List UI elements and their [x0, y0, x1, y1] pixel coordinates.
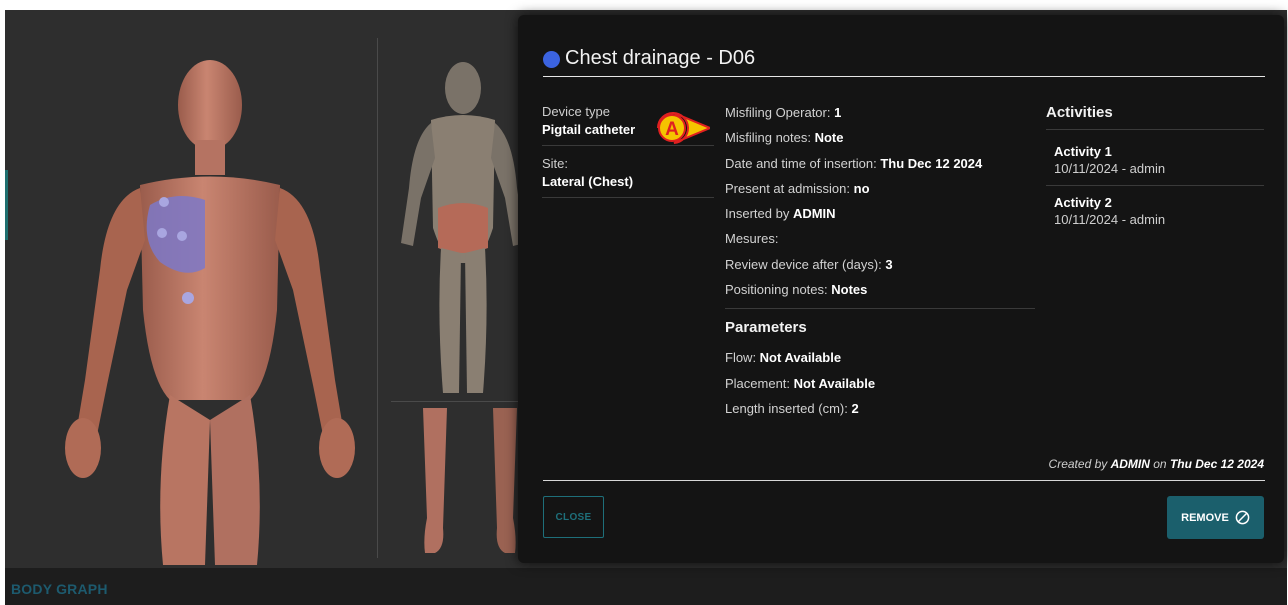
body-graph-label: BODY GRAPH	[11, 581, 108, 597]
parameter-label: Length inserted (cm):	[725, 400, 852, 416]
activity-item[interactable]: Activity 1 10/11/2024 - admin	[1046, 130, 1264, 186]
parameter-value: 2	[851, 400, 859, 416]
parameter-value: Not Available	[759, 350, 842, 366]
detail-label: Misfiling Operator:	[725, 105, 835, 120]
device-details: Misfiling Operator: 1 Misfiling notes: N…	[725, 104, 1035, 425]
section-divider	[725, 308, 1035, 310]
parameter-label: Placement:	[725, 375, 794, 391]
body-graph-bar: BODY GRAPH	[5, 568, 1287, 605]
detail-label: Inserted by	[725, 206, 793, 222]
close-button[interactable]: CLOSE	[543, 496, 604, 538]
device-detail-dialog: Chest drainage - D06 Device type Pigtail…	[518, 15, 1284, 563]
ban-icon	[1235, 510, 1250, 525]
created-prefix: Created by	[1048, 457, 1111, 471]
body-front-figure[interactable]	[45, 50, 375, 565]
detail-row: Inserted by ADMIN	[725, 205, 1035, 230]
detail-value: no	[853, 180, 870, 196]
activity-subtitle: 10/11/2024 - admin	[1054, 161, 1166, 176]
activity-title: Activity 1	[1054, 144, 1112, 159]
status-dot-icon	[543, 51, 560, 68]
detail-row: Date and time of insertion: Thu Dec 12 2…	[725, 155, 1035, 180]
detail-row: Positioning notes: Notes	[725, 281, 1035, 306]
activities-panel: Activities Activity 1 10/11/2024 - admin…	[1046, 104, 1264, 236]
detail-label: Mesures:	[725, 231, 779, 247]
detail-value: 3	[885, 256, 893, 272]
parameter-row: Placement: Not Available	[725, 375, 1035, 400]
created-by-text: Created by ADMIN on Thu Dec 12 2024	[1049, 457, 1264, 471]
detail-value: Thu Dec 12 2024	[880, 155, 983, 171]
view-divider-horizontal	[391, 401, 531, 402]
detail-row: Misfiling Operator: 1	[725, 104, 1035, 129]
dialog-header: Chest drainage - D06	[543, 47, 1265, 77]
body-back-figure[interactable]	[393, 58, 533, 398]
detail-label: Review device after (days):	[725, 256, 886, 272]
parameters-heading: Parameters	[725, 319, 807, 337]
view-divider-vertical	[377, 38, 378, 558]
detail-value: Notes	[831, 282, 868, 298]
created-user: ADMIN	[1110, 457, 1150, 471]
activity-subtitle: 10/11/2024 - admin	[1054, 212, 1166, 227]
created-date: Thu Dec 12 2024	[1169, 457, 1264, 471]
parameter-row: Length inserted (cm): 2	[725, 400, 1035, 425]
detail-label: Misfiling notes:	[725, 130, 815, 146]
detail-value: ADMIN	[792, 206, 836, 222]
footer-divider	[543, 480, 1265, 481]
detail-label: Date and time of insertion:	[725, 155, 881, 171]
left-edge-tab[interactable]	[5, 170, 8, 240]
detail-row: Misfiling notes: Note	[725, 129, 1035, 154]
detail-row: Present at admission: no	[725, 180, 1035, 205]
detail-label: Present at admission:	[725, 180, 854, 196]
body-legs-figure[interactable]	[415, 408, 525, 558]
remove-button[interactable]: REMOVE	[1167, 496, 1264, 539]
detail-value: 1	[834, 105, 842, 120]
callout-letter: A	[665, 119, 679, 140]
detail-label: Positioning notes:	[725, 282, 832, 298]
parameter-row: Flow: Not Available	[725, 349, 1035, 374]
activity-title: Activity 2	[1054, 195, 1112, 210]
activity-item[interactable]: Activity 2 10/11/2024 - admin	[1046, 186, 1264, 236]
site-block: Site: Lateral (Chest)	[542, 155, 714, 198]
parameter-label: Flow:	[725, 350, 760, 366]
detail-value: Note	[814, 130, 844, 146]
callout-marker-a: A	[656, 111, 710, 144]
dialog-title: Chest drainage - D06	[565, 47, 756, 69]
site-label: Site:	[542, 156, 569, 171]
created-mid: on	[1149, 457, 1170, 471]
parameter-value: Not Available	[793, 375, 876, 391]
activities-heading: Activities	[1046, 104, 1264, 130]
site-value: Lateral (Chest)	[542, 174, 634, 189]
detail-row: Review device after (days): 3	[725, 256, 1035, 281]
detail-row: Mesures:	[725, 230, 1035, 255]
remove-label: REMOVE	[1181, 511, 1229, 524]
